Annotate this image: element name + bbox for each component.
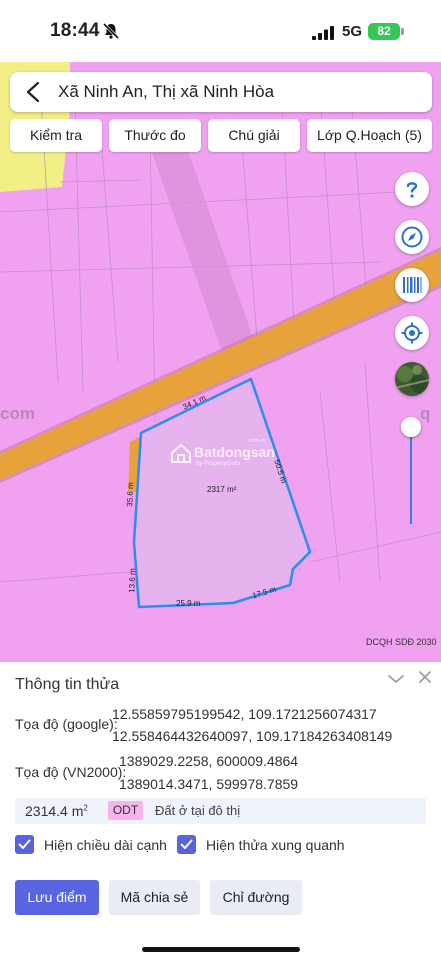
show-lengths-checkbox[interactable]: Hiện chiều dài cạnh (15, 835, 175, 857)
show-neighbors-checkbox[interactable]: Hiện thửa xung quanh (177, 835, 347, 857)
signal-icon (312, 26, 334, 40)
back-arrow-icon[interactable] (22, 80, 46, 104)
plan-code: DCQH SDĐ 2030 (366, 637, 437, 647)
bell-slash-icon (102, 22, 120, 40)
parcel-area: 2314.4 m2 (25, 803, 88, 819)
parcel-area-label: 2317 m² (207, 485, 237, 494)
satellite-layer-toggle[interactable] (395, 362, 429, 396)
checkbox-checked-icon[interactable] (15, 835, 34, 854)
watermark-text: Batdongsan (194, 444, 275, 460)
save-point-button[interactable]: Lưu điểm (15, 880, 99, 915)
vn2000-coord-2: 1389014.3471, 599978.7859 (119, 776, 299, 792)
land-code-badge: ODT (108, 801, 143, 820)
compass-button[interactable] (395, 220, 429, 254)
edge-label-south: 25.9 m (176, 599, 201, 608)
show-neighbors-label: Hiện thửa xung quanh (206, 837, 345, 853)
checkbox-checked-icon[interactable] (177, 835, 196, 854)
locate-button[interactable] (395, 316, 429, 350)
land-use-text: Đất ở tại đô thị (155, 803, 241, 818)
watermark-subtext: by PropertyGuru (196, 461, 241, 467)
watermark-tag: .com.vn (248, 438, 266, 444)
vn2000-coord-1: 1389029.2258, 600009.4864 (119, 753, 299, 769)
watermark-fragment-right: q (420, 404, 431, 423)
opacity-slider-track[interactable] (410, 432, 412, 524)
directions-button[interactable]: Chỉ đường (210, 880, 302, 915)
home-indicator[interactable] (142, 947, 300, 952)
google-coord-2: 12.558464432640097, 109.17184263408149 (112, 728, 393, 744)
status-time: 18:44 (50, 20, 100, 41)
legend-button[interactable]: Chú giải (208, 119, 300, 152)
watermark-fragment-left: com (0, 404, 35, 423)
check-button[interactable]: Kiểm tra (10, 119, 102, 152)
watermark-logo: Batdongsan by PropertyGuru .com.vn (170, 438, 280, 472)
location-search-bar[interactable]: Xã Ninh An, Thị xã Ninh Hòa (10, 72, 432, 112)
parcel-attribute-row: 2314.4 m2 ODT Đất ở tại đô thị (15, 798, 426, 824)
vn2000-coord-label: Tọa độ (VN2000): (15, 764, 127, 780)
help-icon (406, 182, 418, 198)
panel-title: Thông tin thửa (15, 676, 120, 693)
chevron-down-icon[interactable] (386, 672, 406, 686)
battery-indicator: 82 (368, 23, 400, 40)
locate-icon (401, 322, 423, 344)
google-coord-label: Tọa độ (google): (15, 716, 118, 732)
status-bar: 18:44 5G 82 (0, 0, 441, 62)
measure-button[interactable]: Thước đo (109, 119, 201, 152)
help-button[interactable] (395, 172, 429, 206)
satellite-thumbnail-icon (395, 362, 429, 396)
map-toolbar: Kiểm tra Thước đo Chú giải Lớp Q.Hoạch (… (10, 119, 432, 153)
opacity-slider-knob[interactable] (401, 417, 421, 437)
compass-icon (401, 226, 423, 248)
barcode-button[interactable] (395, 268, 429, 302)
network-type: 5G (342, 23, 363, 40)
parcel-info-panel: Thông tin thửa Tọa độ (google): 12.55859… (0, 662, 441, 960)
planning-layers-button[interactable]: Lớp Q.Hoạch (5) (307, 119, 432, 152)
close-icon[interactable] (418, 670, 432, 684)
share-code-button[interactable]: Mã chia sẻ (109, 880, 200, 915)
battery-tip (401, 28, 404, 35)
show-lengths-label: Hiện chiều dài cạnh (44, 837, 167, 853)
location-title: Xã Ninh An, Thị xã Ninh Hòa (58, 82, 275, 101)
google-coord-1: 12.55859795199542, 109.1721256074317 (112, 706, 377, 722)
house-icon (171, 443, 191, 463)
edge-label-west: 35.6 m (125, 482, 136, 507)
map-view[interactable]: com q Batdongsan by PropertyGuru .com.vn… (0, 62, 441, 662)
barcode-icon (403, 277, 422, 293)
edge-label-southwest: 13.6 m (127, 568, 138, 593)
